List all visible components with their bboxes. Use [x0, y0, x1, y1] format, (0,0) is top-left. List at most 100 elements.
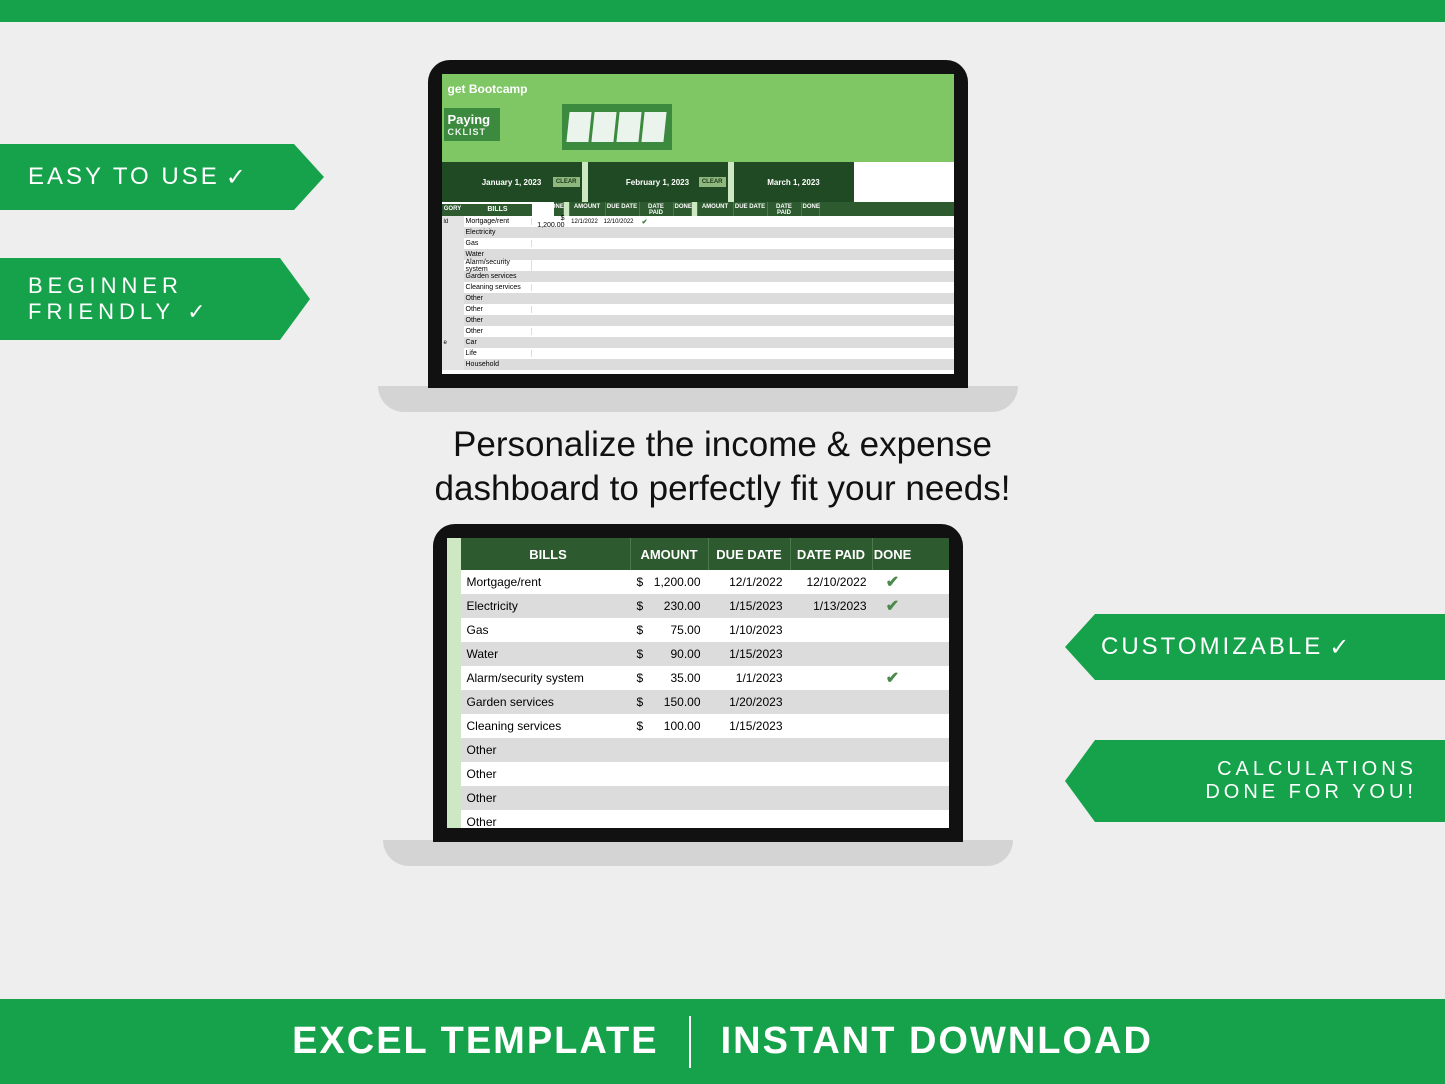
check-icon: ✓: [187, 299, 210, 325]
laptop-base: [383, 840, 1013, 866]
cell-amount: $90.00: [631, 647, 709, 661]
cell-bill: Other: [464, 317, 532, 324]
headline-text: Personalize the income & expense dashboa…: [0, 423, 1445, 511]
table-row: Mortgage/rent$1,200.0012/1/202212/10/202…: [461, 570, 949, 594]
cell-amount: $150.00: [631, 695, 709, 709]
table-row: Other: [461, 810, 949, 828]
cell-bill: Electricity: [461, 599, 631, 613]
cell-bill: Mortgage/rent: [461, 575, 631, 589]
cell-bill: Water: [464, 251, 532, 258]
cell-bill: Garden services: [461, 695, 631, 709]
table-row: Garden services$150.001/20/2023: [461, 690, 949, 714]
month-header: February 1, 2023CLEAR: [588, 162, 728, 202]
tag-label: EASY TO USE: [28, 163, 220, 191]
col-done: DONE: [873, 538, 913, 570]
table-row: Water$90.001/15/2023: [461, 642, 949, 666]
cell-bill: Gas: [464, 240, 532, 247]
cell-amount: $230.00: [631, 599, 709, 613]
spacer: [447, 538, 461, 828]
cell-bill: Cleaning services: [464, 284, 532, 291]
cell-bill: Alarm/security system: [464, 259, 532, 273]
table-row: Other: [442, 304, 954, 315]
tag-beginner-friendly: BEGINNER FRIENDLY ✓: [0, 258, 310, 340]
cell-done: ✔: [873, 668, 913, 688]
table-row: ldMortgage/rent$ 1,200.0012/1/202212/10/…: [442, 216, 954, 227]
cell-paid: 12/10/2022: [602, 219, 636, 225]
cell-category: [442, 348, 464, 359]
cell-bill: Gas: [461, 623, 631, 637]
cell-bill: Electricity: [464, 229, 532, 236]
month-header: March 1, 2023: [734, 162, 854, 202]
cell-bill: Car: [464, 339, 532, 346]
tag-label-line1: CALCULATIONS: [1217, 758, 1417, 781]
cell-due: 1/15/2023: [709, 647, 791, 661]
cell-category: ld: [442, 216, 464, 227]
cell-bill: Other: [461, 791, 631, 805]
header-icons: [562, 104, 672, 150]
cell-category: [442, 315, 464, 326]
laptop-mockup-1: get Bootcamp Paying CKLIST ou Enter bill…: [428, 60, 1018, 412]
tag-easy-to-use: EASY TO USE ✓: [0, 144, 324, 210]
cell-bill: Other: [461, 767, 631, 781]
col-bills: BILLS: [461, 538, 631, 570]
cell-category: [442, 238, 464, 249]
table-row: Household: [442, 359, 954, 370]
bottom-left: EXCEL TEMPLATE: [292, 1020, 659, 1063]
cell-due: 1/15/2023: [709, 599, 791, 613]
cell-amount: $35.00: [631, 671, 709, 685]
table-row: Cleaning services$100.001/15/2023: [461, 714, 949, 738]
tag-label-line2: DONE FOR YOU!: [1205, 781, 1417, 804]
table-row: Electricity$230.001/15/20231/13/2023✔: [461, 594, 949, 618]
cell-bill: Mortgage/rent: [464, 218, 532, 225]
cell-due: 1/1/2023: [709, 671, 791, 685]
cell-bill: Cleaning services: [461, 719, 631, 733]
check-icon: ✓: [226, 163, 249, 192]
cell-category: e: [442, 337, 464, 348]
table-row: Cleaning services: [442, 282, 954, 293]
col-due-date: DUE DATE: [709, 538, 791, 570]
tag-label: CUSTOMIZABLE: [1101, 633, 1323, 661]
cell-due: 1/20/2023: [709, 695, 791, 709]
section-title: Paying: [448, 112, 491, 127]
cell-category: [442, 260, 464, 271]
laptop-mockup-2: BILLS AMOUNT DUE DATE DATE PAID DONE Mor…: [433, 524, 1013, 866]
col-category: GORY: [442, 204, 464, 216]
laptop-base: [378, 386, 1018, 412]
table-row: Gas$75.001/10/2023: [461, 618, 949, 642]
table-row: Garden services: [442, 271, 954, 282]
cell-due: 12/1/2022: [568, 219, 602, 225]
headline-line2: dashboard to perfectly fit your needs!: [0, 467, 1445, 511]
tag-label-line1: BEGINNER: [28, 273, 183, 299]
cell-paid: 12/10/2022: [791, 575, 873, 589]
col-bills: BILLS: [464, 204, 532, 216]
cell-due: 1/10/2023: [709, 623, 791, 637]
cell-amount: $ 1,200.00: [532, 215, 568, 229]
cell-category: [442, 359, 464, 370]
tag-customizable: CUSTOMIZABLE ✓: [1065, 614, 1445, 680]
tag-label-line2: FRIENDLY: [28, 299, 175, 325]
cell-done: ✔: [873, 572, 913, 592]
table-row: Electricity: [442, 227, 954, 238]
clear-button[interactable]: CLEAR: [699, 177, 726, 187]
cell-bill: Other: [461, 815, 631, 828]
tag-calculations: CALCULATIONS DONE FOR YOU!: [1065, 740, 1445, 822]
cell-amount: $1,200.00: [631, 575, 709, 589]
section-subtitle: CKLIST: [448, 127, 491, 137]
top-accent-bar: [0, 0, 1445, 22]
table-row: Other: [461, 738, 949, 762]
cell-paid: 1/13/2023: [791, 599, 873, 613]
table-row: Other: [442, 326, 954, 337]
cell-bill: Other: [464, 295, 532, 302]
col-amount: AMOUNT: [631, 538, 709, 570]
cell-bill: Life: [464, 350, 532, 357]
cell-category: [442, 326, 464, 337]
cell-amount: $75.00: [631, 623, 709, 637]
cell-bill: Garden services: [464, 273, 532, 280]
cell-bill: Water: [461, 647, 631, 661]
table-row: Alarm/security system: [442, 260, 954, 271]
template-title: get Bootcamp: [448, 82, 528, 96]
cell-bill: Alarm/security system: [461, 671, 631, 685]
clear-button[interactable]: CLEAR: [553, 177, 580, 187]
cell-category: [442, 282, 464, 293]
divider: [689, 1016, 691, 1068]
